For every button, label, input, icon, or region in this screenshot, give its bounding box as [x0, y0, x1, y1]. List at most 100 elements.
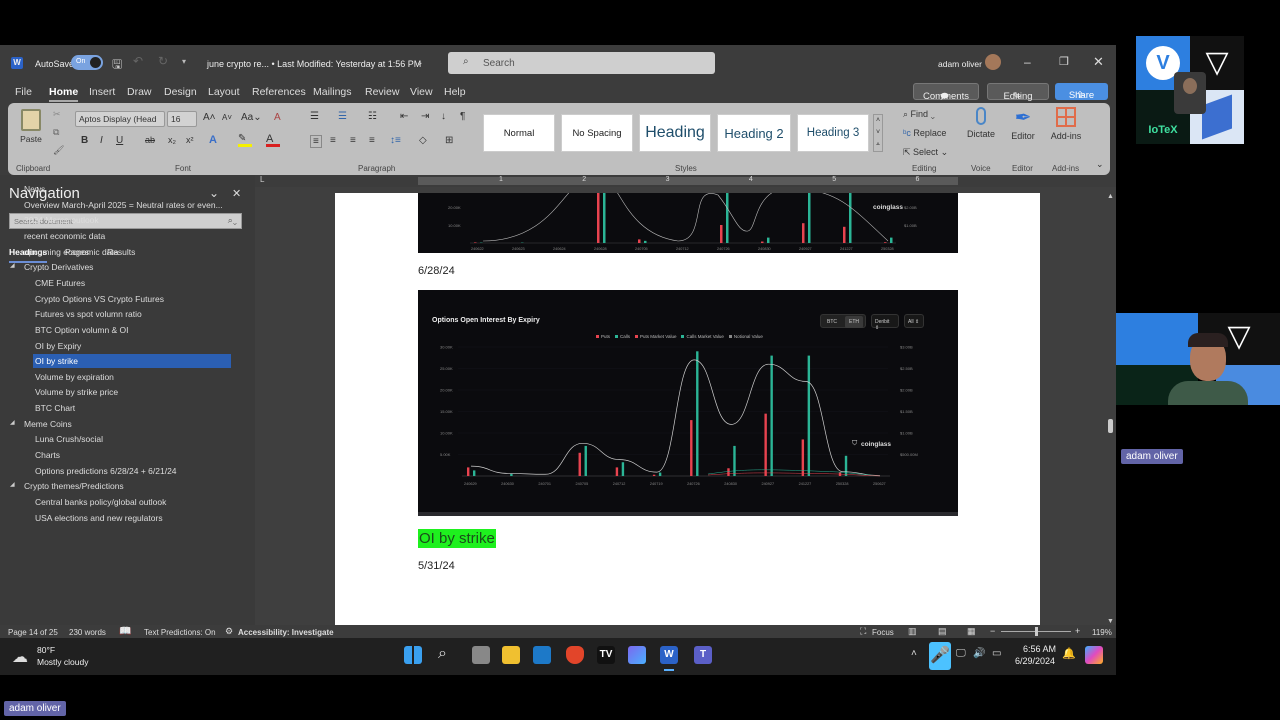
nav-heading-item[interactable]: BTC Chart [33, 401, 77, 415]
user-name[interactable]: adam oliver [938, 59, 982, 69]
autosave-toggle[interactable]: On [71, 55, 103, 70]
format-painter-icon[interactable]: 🖌 [53, 145, 64, 156]
accessibility-status[interactable]: Accessibility: Investigate [238, 628, 334, 637]
style-heading-3[interactable]: Heading 3 [797, 114, 869, 152]
editing-mode-button[interactable]: ✎ Editing ⌄ [987, 83, 1049, 102]
bullets-icon[interactable]: ☰ [310, 111, 319, 122]
nav-heading-item[interactable]: CME Futures [33, 276, 87, 290]
read-mode-icon[interactable]: ▥ [908, 626, 917, 637]
nav-heading-item[interactable]: Volume by expiration [33, 370, 116, 384]
network-icon[interactable]: 🖵 [956, 648, 966, 659]
nav-heading-item[interactable]: OI by strike [33, 354, 231, 369]
user-avatar[interactable] [985, 54, 1001, 70]
weather-widget[interactable]: ☁ 80°F Mostly cloudy [12, 644, 112, 670]
nav-close-icon[interactable]: ✕ [232, 187, 241, 200]
clock-time[interactable]: 6:56 AM [1023, 644, 1056, 654]
clear-formatting-icon[interactable]: A [274, 112, 281, 123]
nav-heading-item[interactable]: ◢ Crypto themes/Predictions [10, 479, 126, 493]
tab-file[interactable]: File [15, 86, 32, 98]
subscript-icon[interactable]: x₂ [168, 135, 176, 145]
zoom-slider-thumb[interactable] [1035, 627, 1038, 636]
show-hidden-icons[interactable]: ˄ [911, 648, 917, 659]
focus-button[interactable]: Focus [872, 628, 894, 637]
restore-icon[interactable]: ❐ [1059, 55, 1069, 68]
expand-triangle-icon[interactable]: ◢ [10, 419, 15, 426]
tab-references[interactable]: References [252, 86, 306, 98]
change-case-icon[interactable]: Aa⌄ [241, 112, 262, 123]
nav-heading-item[interactable]: ◢ Crypto Derivatives [10, 260, 95, 274]
font-name-select[interactable]: Aptos Display (Head [75, 111, 165, 127]
sort-icon[interactable]: ↓ [441, 111, 446, 122]
nav-heading-item[interactable]: Charts [33, 448, 62, 462]
tab-insert[interactable]: Insert [89, 86, 115, 98]
participant-tile-top[interactable]: V ▽ IoTeX [1136, 36, 1244, 144]
copy-icon[interactable]: ⧉ [53, 127, 59, 138]
strikethrough-icon[interactable]: ab [145, 135, 155, 145]
share-button[interactable]: ⇪ Share ⌄ [1055, 83, 1108, 101]
superscript-icon[interactable]: x² [186, 135, 194, 145]
zoom-in-icon[interactable]: + [1075, 626, 1080, 636]
web-layout-icon[interactable]: ▦ [967, 626, 976, 637]
borders-icon[interactable]: ⊞ [445, 135, 453, 146]
font-size-select[interactable]: 16 [167, 111, 197, 127]
nav-heading-item[interactable]: Crypto Options VS Crypto Futures [33, 292, 166, 306]
comments-button[interactable]: 🗩 Comments [913, 83, 979, 102]
paste-button[interactable]: Paste [18, 109, 44, 154]
style-no-spacing[interactable]: No Spacing [561, 114, 633, 152]
print-layout-icon[interactable]: ▤ [938, 626, 947, 637]
task-view-icon[interactable] [472, 646, 490, 664]
word-taskbar-icon[interactable]: W [660, 646, 678, 664]
collapse-ribbon-icon[interactable]: ⌄ [1096, 159, 1104, 170]
line-spacing-icon[interactable]: ↕≡ [390, 135, 401, 146]
brave-browser-icon[interactable] [566, 646, 584, 664]
file-explorer-icon[interactable] [502, 646, 520, 664]
text-effects-icon[interactable]: A [209, 134, 217, 146]
add-ins-button[interactable]: Add-ins [1048, 107, 1084, 141]
minimize-icon[interactable]: – [1024, 55, 1031, 69]
proofing-icon[interactable]: 📖 [119, 626, 131, 637]
font-color-button[interactable]: A [266, 133, 280, 147]
tab-mailings[interactable]: Mailings [313, 86, 352, 98]
page-count[interactable]: Page 14 of 25 [8, 628, 58, 637]
tab-selector-icon[interactable]: L [260, 175, 264, 184]
nav-heading-item[interactable]: Volume by strike price [33, 385, 120, 399]
copilot-icon[interactable] [1085, 646, 1103, 664]
outlook-icon[interactable] [533, 646, 551, 664]
justify-icon[interactable]: ≡ [369, 135, 375, 146]
expand-triangle-icon[interactable]: ◢ [10, 481, 15, 488]
editor-button[interactable]: ✒ Editor [1008, 107, 1038, 141]
find-button[interactable]: ⌕ Find ⌄ [903, 109, 935, 120]
nav-heading-item[interactable]: News [22, 182, 47, 196]
tradingview-icon[interactable]: TV [597, 646, 615, 664]
customize-qat-icon[interactable]: ▾ [182, 57, 186, 66]
zoom-out-icon[interactable]: − [990, 626, 995, 636]
nav-heading-item[interactable]: Overview March-April 2025 = Neutral rate… [22, 198, 225, 212]
underline-icon[interactable]: U [116, 135, 123, 146]
tab-review[interactable]: Review [365, 86, 399, 98]
save-icon[interactable]: 🖫 [112, 55, 122, 76]
highlight-color-button[interactable]: ✎ [238, 133, 252, 147]
tab-design[interactable]: Design [164, 86, 197, 98]
search-document-icon[interactable]: ⌕⌄ [228, 215, 237, 226]
bold-icon[interactable]: B [81, 135, 88, 146]
multilevel-list-icon[interactable]: ☷ [368, 111, 377, 122]
tab-draw[interactable]: Draw [127, 86, 152, 98]
tab-layout[interactable]: Layout [208, 86, 240, 98]
nav-heading-item[interactable]: Central banks policy/global outlook [33, 495, 168, 509]
microphone-tray-icon[interactable]: 🎤 [929, 642, 951, 670]
nav-heading-item[interactable]: OI by Expiry [33, 339, 83, 353]
dictate-button[interactable]: Dictate [966, 107, 996, 139]
nav-heading-item[interactable]: upcoming economic data [22, 245, 121, 259]
zoom-slider[interactable] [1001, 627, 1071, 636]
align-center-icon[interactable]: ≡ [330, 135, 336, 146]
nav-heading-item[interactable]: ◢ Meme Coins [10, 417, 74, 431]
style-heading-1[interactable]: Heading [639, 114, 711, 152]
nav-heading-item[interactable]: USA elections and new regulators [33, 511, 165, 525]
text-predictions-status[interactable]: Text Predictions: On [144, 628, 216, 637]
nav-heading-item[interactable]: 2024 Marco outlook [22, 213, 101, 227]
ruler[interactable]: L 1 2 3 4 5 6 [255, 175, 1116, 187]
tab-view[interactable]: View [410, 86, 433, 98]
nav-heading-item[interactable]: Options predictions 6/28/24 + 6/21/24 [33, 464, 179, 478]
style-heading-2[interactable]: Heading 2 [717, 114, 791, 152]
windows-start-icon[interactable] [404, 646, 422, 664]
